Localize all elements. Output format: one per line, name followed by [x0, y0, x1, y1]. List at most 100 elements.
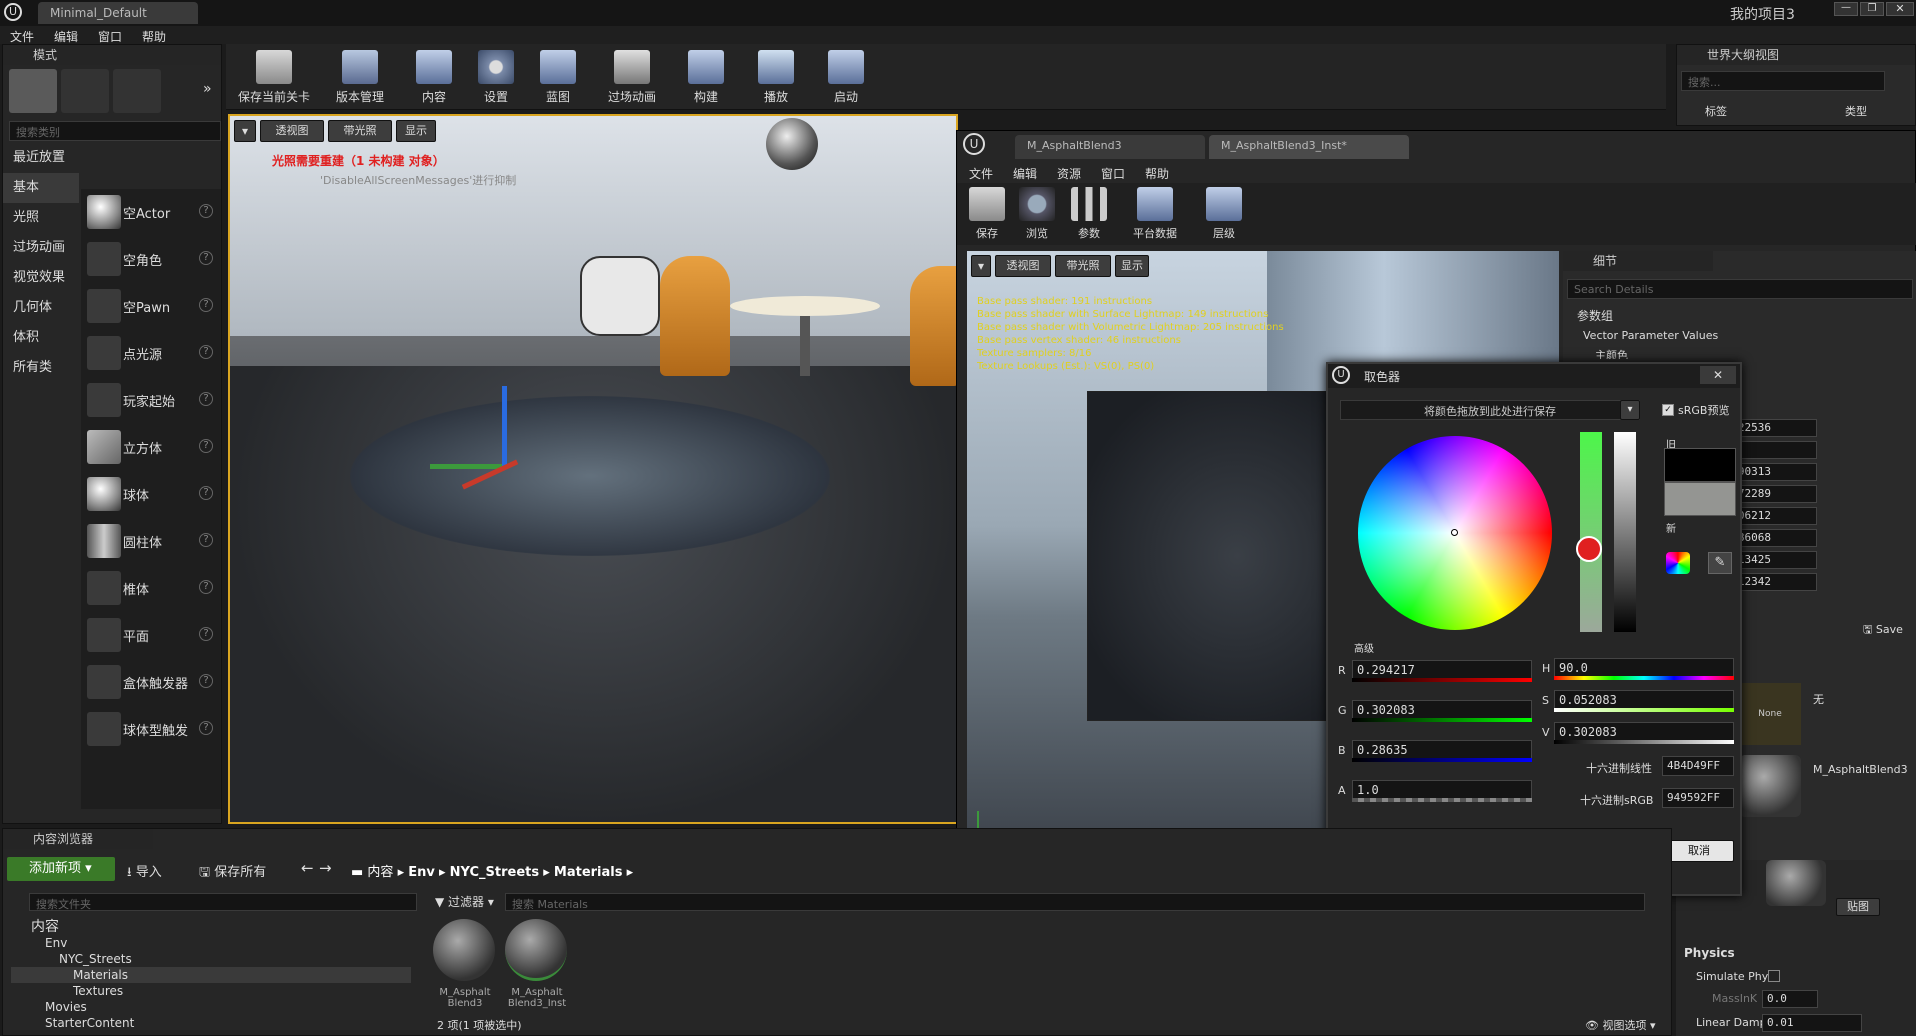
place-empty-actor[interactable]: 空Actor? [81, 189, 221, 236]
category-basic[interactable]: 基本 [3, 173, 79, 203]
toolbar-save-level[interactable]: 保存当前关卡 [232, 48, 316, 106]
me-menu-window[interactable]: 窗口 [1101, 165, 1125, 182]
parent-material-thumb[interactable] [1739, 755, 1801, 817]
help-icon[interactable]: ? [199, 439, 213, 453]
me-params-button[interactable]: 参数 [1067, 187, 1111, 243]
main-color-label[interactable]: 主颜色 [1595, 347, 1628, 359]
add-new-button[interactable]: 添加新项 ▾ [7, 857, 115, 881]
menu-edit[interactable]: 编辑 [54, 28, 78, 45]
asset-material-instance[interactable]: M_Asphalt Blend3_Inst [505, 919, 569, 1019]
viewport-perspective-button[interactable]: 透视图 [260, 120, 324, 142]
save-all-button[interactable]: 🖫 保存所有 [199, 861, 266, 885]
help-icon[interactable]: ? [199, 674, 213, 688]
outliner-search[interactable]: 搜索... [1681, 71, 1885, 91]
tree-movies[interactable]: Movies [11, 999, 411, 1015]
me-save-button[interactable]: 保存 [965, 187, 1009, 243]
parent-material-name[interactable]: M_AsphaltBlend3 [1813, 763, 1908, 776]
place-sphere[interactable]: 球体? [81, 471, 221, 518]
toolbar-source-control[interactable]: 版本管理 [318, 48, 402, 106]
s-field[interactable]: 0.052083 [1554, 690, 1734, 710]
me-platform-stats-button[interactable]: 平台数据 [1123, 187, 1187, 243]
me-hierarchy-button[interactable]: 层级 [1199, 187, 1249, 243]
param-group-label[interactable]: 参数组 [1577, 307, 1613, 324]
swatch-dropdown[interactable]: ▾ [1620, 400, 1640, 420]
color-swatch-drop-area[interactable]: 将颜色拖放到此处进行保存 [1340, 400, 1640, 420]
me-menu-help[interactable]: 帮助 [1145, 165, 1169, 182]
place-player-start[interactable]: 玩家起始? [81, 377, 221, 424]
eyedropper-icon[interactable]: ✎ [1708, 552, 1732, 574]
place-empty-pawn[interactable]: 空Pawn? [81, 283, 221, 330]
vector-params-label[interactable]: Vector Parameter Values [1583, 329, 1718, 342]
more-modes-icon[interactable]: » [203, 81, 212, 97]
crumb-env[interactable]: Env [408, 865, 435, 880]
toolbar-play[interactable]: 播放 [746, 48, 806, 106]
category-search[interactable]: 搜索类别 [9, 121, 221, 141]
place-cylinder[interactable]: 圆柱体? [81, 518, 221, 565]
help-icon[interactable]: ? [199, 486, 213, 500]
mode-paint-icon[interactable] [61, 69, 109, 113]
help-icon[interactable]: ? [199, 251, 213, 265]
outliner-col-type[interactable]: 类型 [1845, 103, 1867, 119]
category-volumes[interactable]: 体积 [3, 323, 79, 353]
advanced-toggle[interactable]: 高级 [1354, 640, 1374, 655]
maximize-button[interactable]: ❐ [1860, 2, 1884, 16]
mesh-thumb[interactable] [1766, 860, 1826, 906]
r-field[interactable]: 0.294217 [1352, 660, 1532, 680]
b-field[interactable]: 0.28635 [1352, 740, 1532, 760]
view-options-button[interactable]: 👁 视图选项 ▾ [1585, 1017, 1656, 1033]
place-point-light[interactable]: 点光源? [81, 330, 221, 377]
toolbar-blueprints[interactable]: 蓝图 [528, 48, 588, 106]
help-icon[interactable]: ? [199, 627, 213, 641]
player-start-actor[interactable] [580, 256, 660, 336]
me-lit-button[interactable]: 带光照 [1055, 255, 1111, 277]
tree-env[interactable]: Env [11, 935, 411, 951]
crumb-materials[interactable]: Materials [554, 865, 623, 880]
level-viewport[interactable]: ▾ 透视图 带光照 显示 光照需要重建（1 未构建 对象） 'DisableAl… [228, 114, 958, 824]
details-search[interactable]: Search Details [1567, 279, 1913, 299]
place-cube[interactable]: 立方体? [81, 424, 221, 471]
place-plane[interactable]: 平面? [81, 612, 221, 659]
me-viewport-options-button[interactable]: ▾ [971, 255, 991, 277]
viewport-lit-button[interactable]: 带光照 [328, 120, 392, 142]
category-cinematic[interactable]: 过场动画 [3, 233, 79, 263]
me-menu-asset[interactable]: 资源 [1057, 165, 1081, 182]
eyedropper-marker-icon[interactable] [1576, 536, 1602, 562]
hex-linear-field[interactable]: 4B4D49FF [1662, 756, 1734, 776]
texture-none-thumb[interactable]: None [1739, 683, 1801, 745]
place-empty-character[interactable]: 空角色? [81, 236, 221, 283]
filter-button[interactable]: ▼ 过滤器 ▾ [435, 893, 494, 910]
level-tab[interactable]: Minimal_Default [38, 2, 198, 24]
mapping-dropdown[interactable]: 贴图 [1836, 898, 1880, 916]
me-show-button[interactable]: 显示 [1115, 255, 1149, 277]
tree-content[interactable]: 内容 [11, 919, 411, 935]
me-menu-file[interactable]: 文件 [969, 165, 993, 182]
me-perspective-button[interactable]: 透视图 [995, 255, 1051, 277]
help-icon[interactable]: ? [199, 298, 213, 312]
toolbar-launch[interactable]: 启动 [816, 48, 876, 106]
crumb-nyc[interactable]: NYC_Streets [450, 865, 539, 880]
tree-textures[interactable]: Textures [11, 983, 411, 999]
toolbar-build[interactable]: 构建 [676, 48, 736, 106]
h-field[interactable]: 90.0 [1554, 658, 1734, 678]
linear-damping-field[interactable]: 0.01 [1762, 1014, 1862, 1032]
place-cone[interactable]: 椎体? [81, 565, 221, 612]
me-menu-edit[interactable]: 编辑 [1013, 165, 1037, 182]
folder-search[interactable]: 搜索文件夹 [29, 893, 417, 911]
color-wheel-cursor[interactable] [1451, 529, 1458, 536]
physics-section[interactable]: Physics [1684, 946, 1735, 960]
save-sibling-button[interactable]: 🖫 Save [1863, 621, 1903, 640]
forward-icon[interactable]: → [319, 859, 332, 877]
simulate-physics-checkbox[interactable] [1768, 970, 1780, 982]
import-button[interactable]: ⭳ 导入 [127, 861, 162, 885]
tree-materials[interactable]: Materials [11, 967, 411, 983]
value-slider[interactable] [1614, 432, 1636, 632]
menu-window[interactable]: 窗口 [98, 28, 122, 45]
asset-material[interactable]: M_Asphalt Blend3 [433, 919, 497, 1019]
color-wheel-mode-icon[interactable] [1666, 552, 1690, 574]
hex-srgb-field[interactable]: 949592FF [1662, 788, 1734, 808]
menu-file[interactable]: 文件 [10, 28, 34, 45]
v-field[interactable]: 0.302083 [1554, 722, 1734, 742]
help-icon[interactable]: ? [199, 580, 213, 594]
tree-nyc-streets[interactable]: NYC_Streets [11, 951, 411, 967]
srgb-checkbox[interactable]: ✓ [1662, 404, 1674, 416]
